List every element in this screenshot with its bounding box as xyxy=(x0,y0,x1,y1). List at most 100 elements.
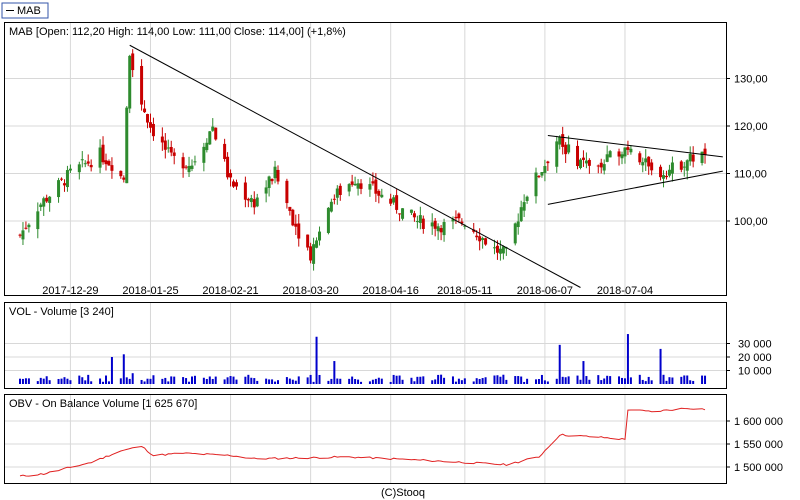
volume-bar xyxy=(351,376,354,384)
candle-body xyxy=(377,190,381,196)
volume-bar xyxy=(268,379,271,384)
volume-bar xyxy=(312,381,315,384)
candle-body xyxy=(617,151,621,157)
candle-body xyxy=(439,228,443,233)
volume-bar xyxy=(36,381,39,384)
candle-body xyxy=(454,216,458,219)
volume-bar xyxy=(582,361,585,384)
volume-bar xyxy=(69,380,72,384)
volume-bar xyxy=(193,375,196,384)
volume-bar xyxy=(149,378,152,384)
candle-body xyxy=(481,238,485,240)
candle-body xyxy=(581,157,585,160)
legend-tag[interactable]: MAB xyxy=(1,2,49,19)
volume-bar xyxy=(478,378,481,384)
x-tick-label: 2018-05-11 xyxy=(437,285,492,297)
y-tick-label: 1 500 000 xyxy=(734,462,783,474)
volume-bar xyxy=(437,374,440,384)
volume-bar xyxy=(66,378,69,384)
volume-bar xyxy=(457,378,460,384)
volume-bar xyxy=(205,378,208,384)
candle-body xyxy=(294,223,298,227)
candle-body xyxy=(359,183,363,189)
volume-bar xyxy=(185,378,188,384)
candle-body xyxy=(389,198,393,204)
candle-body xyxy=(131,53,135,71)
y-tick-label: 30 000 xyxy=(738,339,772,351)
candle-body xyxy=(39,204,43,208)
volume-bar xyxy=(152,375,155,384)
legend-tag-label: MAB xyxy=(17,5,41,17)
volume-bar xyxy=(265,378,268,384)
price-panel-title: MAB [Open: 112,20 High: 114,00 Low: 111,… xyxy=(9,26,346,38)
volume-bar xyxy=(110,357,113,384)
volume-bar xyxy=(454,381,457,384)
x-tick-label: 2018-04-16 xyxy=(363,285,419,297)
candle-body xyxy=(685,160,689,171)
candle-body xyxy=(160,136,164,143)
volume-bar xyxy=(609,376,612,384)
candle-body xyxy=(430,222,434,227)
candle-body xyxy=(567,144,571,153)
obv-line-layer xyxy=(19,407,706,477)
volume-bar xyxy=(413,381,416,384)
candle-body xyxy=(86,161,90,164)
volume-bar xyxy=(434,379,437,384)
volume-bar xyxy=(294,380,297,384)
x-tick-label: 2017-12-29 xyxy=(42,285,98,297)
candle-body xyxy=(270,178,274,182)
candle-body xyxy=(234,182,238,187)
volume-bar xyxy=(641,379,644,384)
candle-body xyxy=(543,166,547,173)
x-tick-label: 2018-03-20 xyxy=(282,285,338,297)
candle-body xyxy=(691,154,695,162)
candle-body xyxy=(211,126,215,131)
candle-body xyxy=(602,164,606,171)
volume-bar xyxy=(214,376,217,384)
candle-body xyxy=(285,180,289,204)
volume-bar xyxy=(191,376,193,384)
candle-body xyxy=(436,226,440,232)
candle-body xyxy=(664,175,668,178)
candle-body xyxy=(208,131,212,145)
volume-bar xyxy=(57,378,60,384)
candle-body xyxy=(650,162,654,171)
x-tick-label: 2018-01-25 xyxy=(122,285,178,297)
volume-bar xyxy=(119,378,122,384)
candle-body xyxy=(484,238,488,245)
candle-body xyxy=(255,197,259,207)
volume-bar xyxy=(389,381,392,384)
candle-body xyxy=(418,215,422,223)
volume-bar xyxy=(543,380,546,384)
volume-bar xyxy=(368,381,371,384)
candle-body xyxy=(540,172,544,176)
volume-bar xyxy=(336,378,339,384)
volume-bar xyxy=(535,379,537,384)
candle-body xyxy=(181,157,185,169)
candle-body xyxy=(151,123,155,137)
volume-bar xyxy=(60,378,63,384)
volume-bar xyxy=(380,378,383,384)
candle-body xyxy=(662,175,666,179)
volume-bar xyxy=(377,377,380,384)
volume-bar xyxy=(561,376,564,384)
candle-body xyxy=(703,148,707,155)
candle-body xyxy=(398,213,402,215)
candle-body xyxy=(148,122,152,128)
candle-body xyxy=(306,234,310,248)
volume-bar xyxy=(431,380,434,384)
candle-body xyxy=(214,127,218,140)
candle-body xyxy=(338,185,342,195)
volume-bar xyxy=(102,381,105,384)
candle-body xyxy=(641,162,645,166)
volume-bar xyxy=(357,379,360,384)
volume-bar xyxy=(662,374,665,384)
volume-bar xyxy=(472,381,475,384)
volume-bar xyxy=(451,376,454,384)
volume-bar xyxy=(395,375,398,384)
candle-body xyxy=(374,179,378,194)
volume-bar xyxy=(659,348,662,384)
volume-bar xyxy=(460,380,463,384)
candle-body xyxy=(267,176,271,189)
candle-body xyxy=(525,196,529,201)
